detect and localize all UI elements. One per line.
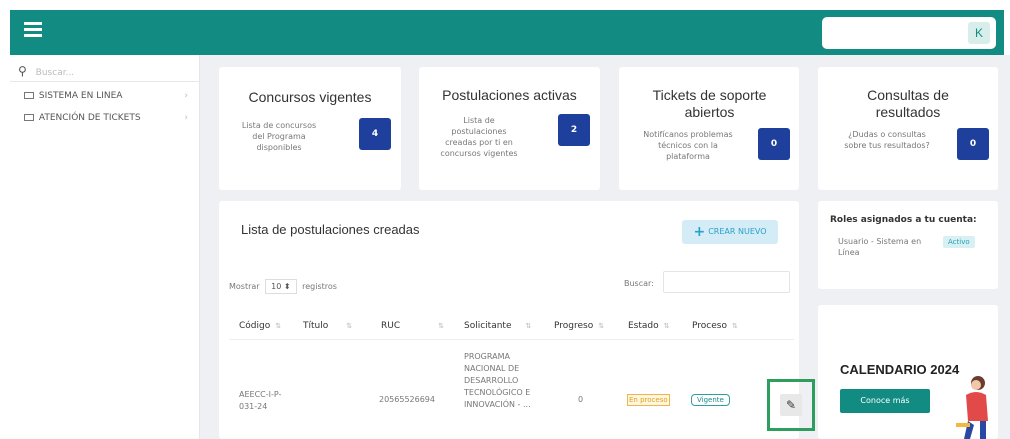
search-placeholder: Buscar... bbox=[35, 68, 75, 78]
column-header-solicitante[interactable]: Solicitante ⇅ bbox=[464, 321, 531, 331]
column-header-titulo[interactable]: Título ⇅ bbox=[303, 321, 352, 331]
chevron-right-icon: › bbox=[184, 113, 188, 123]
edit-highlight: ✎ bbox=[767, 379, 815, 431]
page-length-control: Mostrar 10 ⬍ registros bbox=[229, 279, 337, 294]
card-title: Consultas de resultados bbox=[867, 87, 949, 120]
hamburger-menu-icon[interactable] bbox=[24, 22, 42, 40]
records-label: registros bbox=[302, 282, 337, 291]
sort-icon: ⇅ bbox=[275, 322, 282, 330]
column-label: RUC bbox=[381, 321, 401, 331]
learn-more-button[interactable]: Conoce más bbox=[840, 389, 930, 413]
card-title: Tickets de soporte abiertos bbox=[652, 87, 767, 120]
search-label: Buscar: bbox=[624, 279, 654, 288]
card-count-badge: 0 bbox=[758, 128, 790, 160]
postulaciones-list-card: Lista de postulaciones creadas + CREAR NU… bbox=[219, 201, 815, 439]
sidebar-item-sistema[interactable]: SISTEMA EN LINEA › bbox=[24, 91, 188, 101]
column-header-proceso[interactable]: Proceso ⇅ bbox=[692, 321, 738, 331]
user-avatar[interactable]: K bbox=[968, 22, 990, 44]
sort-icon: ⇅ bbox=[598, 322, 605, 330]
card-count-badge: 4 bbox=[359, 118, 391, 150]
card-title: Postulaciones activas bbox=[442, 87, 577, 103]
roles-card: Roles asignados a tu cuenta: Usuario - S… bbox=[818, 201, 998, 289]
table-header-divider bbox=[229, 339, 794, 340]
chevron-right-icon: › bbox=[184, 91, 188, 101]
sort-icon: ⇅ bbox=[731, 322, 738, 330]
column-label: Código bbox=[239, 321, 271, 331]
card-description: Notifícanos problemas técnicos con la pl… bbox=[643, 130, 733, 161]
cell-solicitante: PROGRAMA NACIONAL DE DESARROLLO TECNOLÓG… bbox=[464, 352, 531, 409]
folder-icon bbox=[24, 92, 34, 99]
main-content: Concursos vigentes Lista de concursos de… bbox=[200, 55, 1010, 439]
card-concursos[interactable]: Concursos vigentes Lista de concursos de… bbox=[219, 67, 401, 190]
column-label: Solicitante bbox=[464, 321, 512, 331]
column-label: Progreso bbox=[554, 321, 594, 331]
calendar-title: CALENDARIO 2024 bbox=[840, 362, 960, 377]
card-description: Lista de concursos del Programa disponib… bbox=[241, 121, 317, 152]
create-new-label: CREAR NUEVO bbox=[708, 227, 767, 236]
show-label: Mostrar bbox=[229, 282, 260, 291]
folder-icon bbox=[24, 114, 34, 121]
card-tickets[interactable]: Tickets de soporte abiertos Notifícanos … bbox=[619, 67, 799, 190]
cell-codigo: AEECC-I-P-031-24 bbox=[239, 390, 282, 411]
sort-icon: ⇅ bbox=[525, 322, 532, 330]
column-label: Estado bbox=[628, 321, 659, 331]
sidebar-item-label: SISTEMA EN LINEA bbox=[38, 91, 123, 101]
user-box[interactable]: K bbox=[822, 17, 996, 49]
sort-icon: ⇅ bbox=[663, 322, 670, 330]
card-title: Concursos vigentes bbox=[248, 89, 372, 105]
cell-progreso: 0 bbox=[578, 395, 584, 404]
column-header-ruc[interactable]: RUC ⇅ bbox=[381, 321, 444, 331]
edit-pencil-icon[interactable]: ✎ bbox=[780, 394, 802, 416]
column-label: Proceso bbox=[692, 321, 727, 331]
roles-title: Roles asignados a tu cuenta: bbox=[830, 215, 977, 225]
create-new-button[interactable]: + CREAR NUEVO bbox=[682, 220, 778, 244]
person-illustration bbox=[956, 376, 988, 439]
sidebar-item-tickets[interactable]: ATENCIÓN DE TICKETS › bbox=[24, 113, 188, 123]
sort-icon: ⇅ bbox=[346, 322, 353, 330]
table-search-input[interactable] bbox=[663, 271, 790, 293]
search-icon: ⚲ bbox=[18, 64, 27, 78]
card-count-badge: 0 bbox=[957, 128, 989, 160]
sidebar: ⚲ Buscar... SISTEMA EN LINEA › ATENCIÓN … bbox=[10, 55, 200, 439]
role-status-badge: Activo bbox=[943, 236, 975, 248]
role-name: Usuario - Sistema en Línea bbox=[838, 237, 922, 257]
process-badge: Vigente bbox=[691, 394, 730, 406]
column-header-codigo[interactable]: Código ⇅ bbox=[239, 321, 281, 331]
card-description: Lista de postulaciones creadas por ti en… bbox=[440, 116, 518, 158]
column-label: Título bbox=[303, 321, 329, 331]
card-description: ¿Dudas o consultas sobre tus resultados? bbox=[844, 130, 930, 150]
column-header-estado[interactable]: Estado ⇅ bbox=[628, 321, 670, 331]
status-badge: En proceso bbox=[627, 394, 670, 406]
column-header-progreso[interactable]: Progreso ⇅ bbox=[554, 321, 604, 331]
divider bbox=[10, 81, 200, 82]
page-length-select[interactable]: 10 ⬍ bbox=[265, 279, 297, 294]
sort-icon: ⇅ bbox=[438, 322, 444, 330]
sidebar-item-label: ATENCIÓN DE TICKETS bbox=[38, 113, 141, 123]
page-length-value: 10 bbox=[271, 282, 282, 291]
top-bar: K bbox=[10, 10, 1004, 55]
plus-icon: + bbox=[693, 224, 706, 240]
card-postulaciones[interactable]: Postulaciones activas Lista de postulaci… bbox=[419, 67, 600, 190]
list-title: Lista de postulaciones creadas bbox=[241, 222, 420, 237]
card-count-badge: 2 bbox=[558, 114, 590, 146]
calendar-card: CALENDARIO 2024 Conoce más bbox=[818, 305, 998, 439]
cell-ruc: 20565526694 bbox=[379, 395, 435, 404]
card-consultas[interactable]: Consultas de resultados ¿Dudas o consult… bbox=[818, 67, 998, 190]
sidebar-search[interactable]: ⚲ Buscar... bbox=[18, 64, 74, 78]
